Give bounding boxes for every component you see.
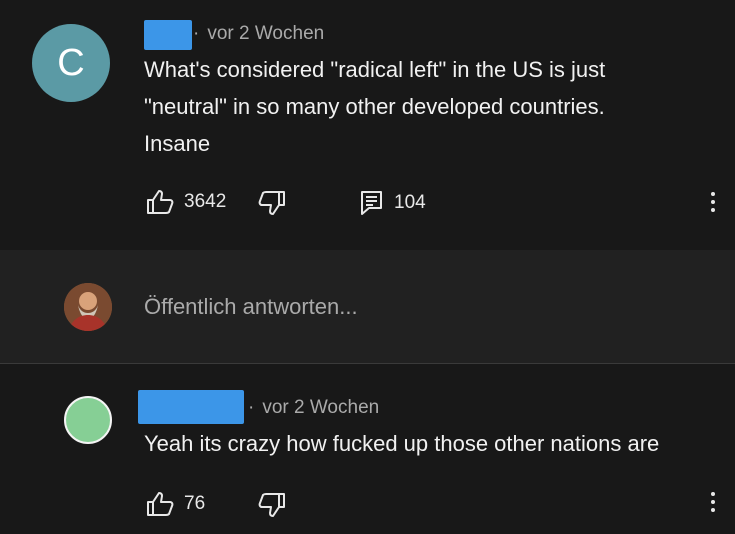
reply-input-placeholder[interactable]: Öffentlich antworten... [144, 294, 358, 320]
thumb-down-icon [258, 190, 286, 216]
more-vertical-icon [710, 492, 716, 512]
comment-icon [360, 190, 384, 216]
comment-text-line: What's considered "radical left" in the … [144, 57, 606, 82]
timestamp[interactable]: vor 2 Wochen [207, 23, 324, 44]
more-options-button[interactable] [710, 492, 716, 516]
comment-text-line: Insane [144, 131, 211, 156]
timestamp[interactable]: vor 2 Wochen [262, 397, 379, 418]
more-vertical-icon [710, 192, 716, 212]
avatar[interactable]: C [32, 24, 110, 102]
avatar-letter: C [57, 41, 85, 84]
more-options-button[interactable] [710, 192, 716, 216]
comment-thread: C · vor 2 Wochen What's considered "radic… [0, 0, 735, 250]
thumb-up-icon [146, 491, 174, 517]
redacted-username[interactable] [138, 390, 244, 424]
comment-meta: · vor 2 Wochen [248, 397, 380, 418]
comment-text-line: "neutral" in so many other developed cou… [144, 94, 605, 119]
avatar[interactable] [64, 396, 112, 444]
dislike-button[interactable] [258, 190, 286, 216]
comment-text: Yeah its crazy how fucked up those other… [144, 431, 660, 456]
thumb-up-icon [146, 189, 174, 215]
reply-count: 104 [394, 192, 426, 213]
thumb-down-icon [258, 492, 286, 518]
comment-text: What's considered "radical left" in the … [144, 51, 605, 162]
replies-button[interactable]: 104 [360, 190, 426, 216]
redacted-username[interactable] [144, 20, 192, 50]
like-button[interactable]: 76 [146, 491, 205, 517]
like-count: 3642 [184, 191, 227, 212]
like-count: 76 [184, 493, 206, 514]
dislike-button[interactable] [258, 492, 286, 518]
comment-meta: · vor 2 Wochen [193, 23, 325, 44]
comment-thread: · vor 2 Wochen Yeah its crazy how fucked … [0, 364, 735, 534]
like-button[interactable]: 3642 [146, 189, 226, 215]
user-avatar [64, 283, 112, 331]
